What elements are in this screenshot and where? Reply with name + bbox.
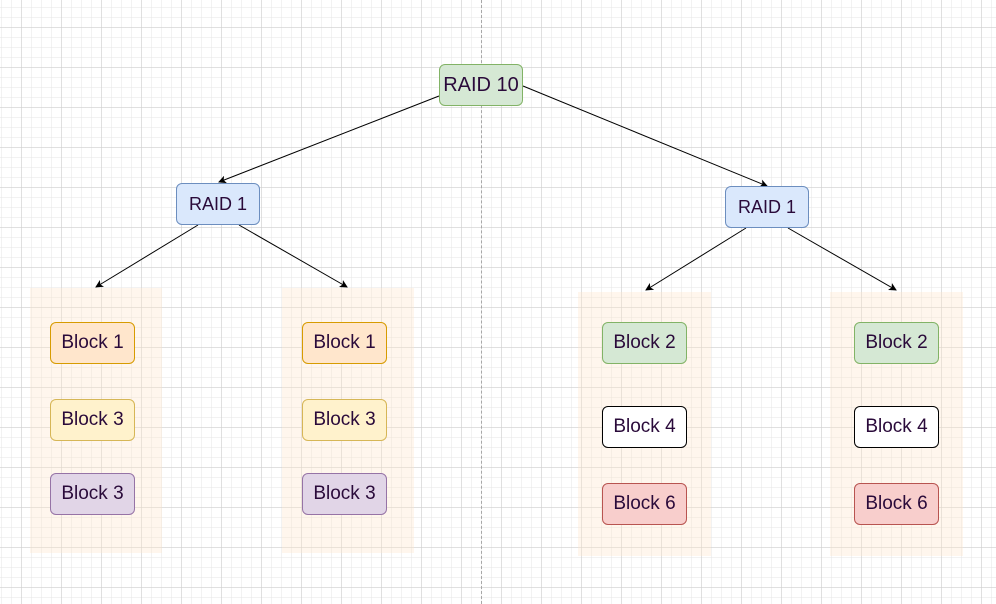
raid1-node-right[interactable]: RAID 1 bbox=[725, 186, 809, 228]
edge-raid1-right-to-disk4 bbox=[787, 227, 897, 291]
block-node[interactable]: Block 6 bbox=[602, 483, 687, 525]
edge-root-to-raid1-left bbox=[218, 95, 440, 184]
edge-raid1-right-to-disk3 bbox=[645, 227, 747, 291]
edge-raid1-left-to-disk1 bbox=[95, 224, 199, 288]
block-node[interactable]: Block 6 bbox=[854, 483, 939, 525]
block-node[interactable]: Block 1 bbox=[302, 322, 387, 364]
block-node[interactable]: Block 3 bbox=[50, 473, 135, 515]
raid10-node[interactable]: RAID 10 bbox=[439, 64, 523, 106]
edge-raid1-left-to-disk2 bbox=[238, 224, 348, 288]
block-node[interactable]: Block 4 bbox=[854, 406, 939, 448]
raid1-node-left[interactable]: RAID 1 bbox=[176, 183, 260, 225]
block-node[interactable]: Block 2 bbox=[854, 322, 939, 364]
block-node[interactable]: Block 1 bbox=[50, 322, 135, 364]
edge-root-to-raid1-right bbox=[522, 85, 768, 188]
block-node[interactable]: Block 3 bbox=[302, 473, 387, 515]
block-node[interactable]: Block 3 bbox=[302, 399, 387, 441]
block-node[interactable]: Block 4 bbox=[602, 406, 687, 448]
block-node[interactable]: Block 3 bbox=[50, 399, 135, 441]
block-node[interactable]: Block 2 bbox=[602, 322, 687, 364]
